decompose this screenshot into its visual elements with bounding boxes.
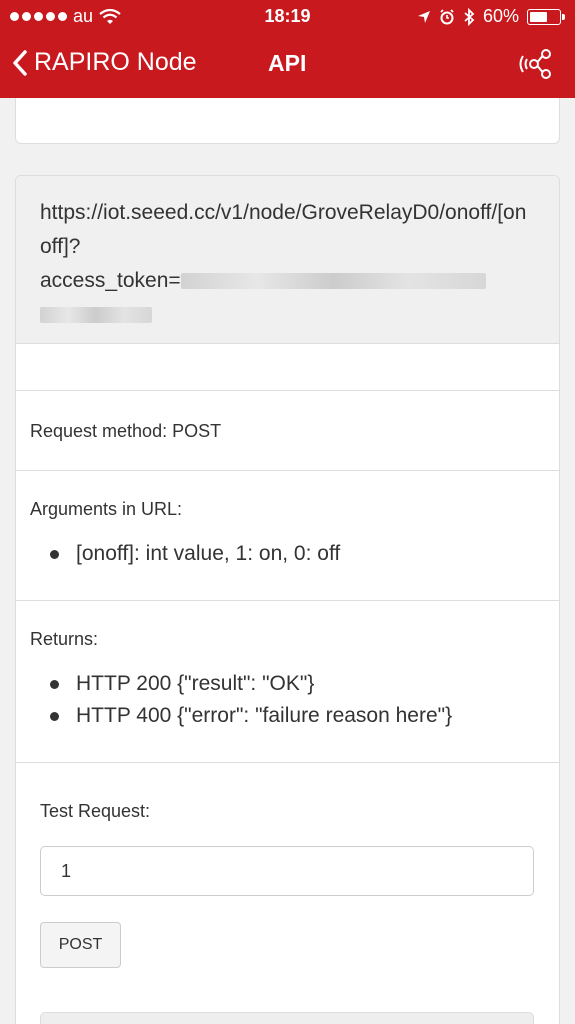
list-item: HTTP 400 {"error": "failure reason here"… xyxy=(30,700,545,732)
alarm-icon xyxy=(440,8,454,24)
location-arrow-icon xyxy=(417,10,430,23)
access-token-label: access_token= xyxy=(40,269,181,292)
access-token-redacted xyxy=(180,273,486,290)
back-label: RAPIRO Node xyxy=(34,48,197,76)
api-url: https://iot.seeed.cc/v1/node/GroveRelayD… xyxy=(40,201,527,258)
page-title: API xyxy=(268,50,307,76)
response-output xyxy=(40,1012,534,1024)
list-item: [onoff]: int value, 1: on, 0: off xyxy=(30,538,545,570)
chevron-left-icon xyxy=(13,49,27,76)
returns-heading: Returns: xyxy=(30,629,99,649)
api-url-header: https://iot.seeed.cc/v1/node/GroveRelayD… xyxy=(16,176,559,344)
list-item: HTTP 200 {"result": "OK"} xyxy=(30,668,545,700)
test-request-section: Test Request: 1 POST xyxy=(16,763,559,1024)
empty-row xyxy=(16,344,559,391)
returns-list: HTTP 200 {"result": "OK"} HTTP 400 {"err… xyxy=(30,668,545,732)
request-method-row: Request method: POST xyxy=(16,391,559,471)
access-token-redacted-2 xyxy=(40,307,152,324)
arguments-list: [onoff]: int value, 1: on, 0: off xyxy=(30,538,545,570)
battery-percent: 60% xyxy=(482,6,519,26)
battery-fill xyxy=(530,11,547,22)
battery-icon xyxy=(527,8,565,25)
header-bar: au 18:19 60% RAPIRO Node API xyxy=(0,0,575,98)
post-button[interactable]: POST xyxy=(40,922,121,968)
status-bar: au 18:19 60% xyxy=(0,0,575,34)
bluetooth-icon xyxy=(464,7,475,26)
navigation-bar: RAPIRO Node API xyxy=(0,34,575,98)
share-icon[interactable] xyxy=(517,48,553,80)
request-method: Request method: POST xyxy=(30,421,222,441)
returns-row: Returns: HTTP 200 {"result": "OK"} HTTP … xyxy=(16,601,559,763)
previous-card xyxy=(15,98,560,144)
arguments-row: Arguments in URL: [onoff]: int value, 1:… xyxy=(16,471,559,601)
test-request-input[interactable]: 1 xyxy=(40,846,534,896)
test-request-label: Test Request: xyxy=(40,801,151,821)
arguments-heading: Arguments in URL: xyxy=(30,499,183,519)
back-button[interactable]: RAPIRO Node xyxy=(12,48,197,77)
api-panel: https://iot.seeed.cc/v1/node/GroveRelayD… xyxy=(15,175,560,1024)
